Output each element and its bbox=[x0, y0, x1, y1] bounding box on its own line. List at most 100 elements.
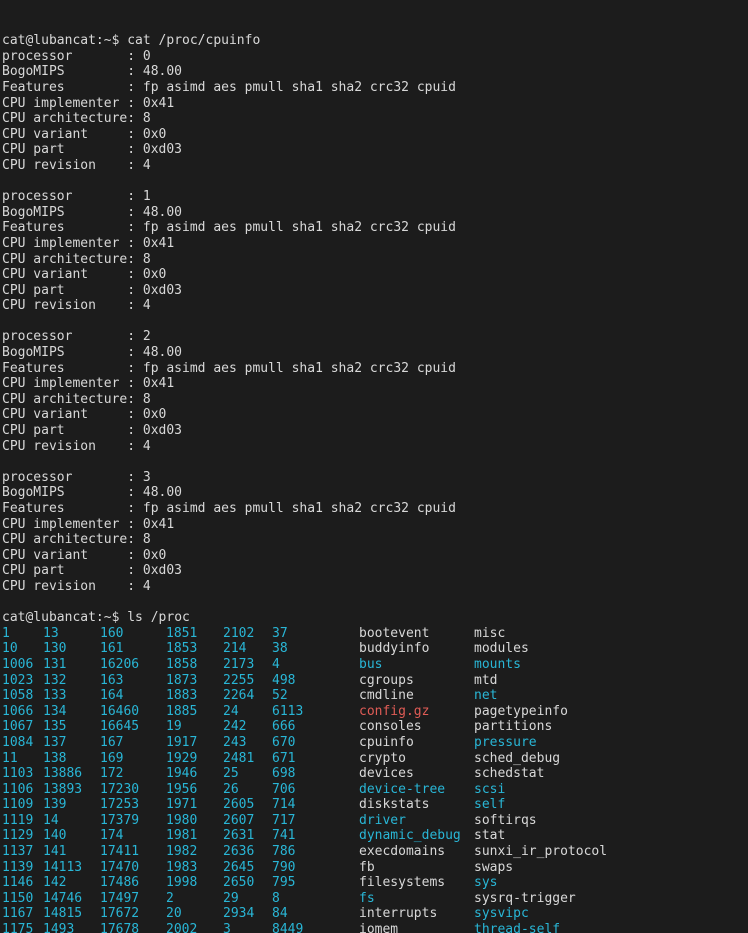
ls-entry[interactable]: 17497 bbox=[100, 891, 166, 907]
ls-entry[interactable]: 1119 bbox=[2, 813, 43, 829]
ls-entry[interactable]: 1983 bbox=[166, 860, 223, 876]
ls-entry[interactable]: 795 bbox=[272, 875, 359, 891]
ls-entry[interactable]: 134 bbox=[43, 704, 100, 720]
ls-entry[interactable]: 26 bbox=[223, 782, 272, 798]
ls-entry[interactable]: 2934 bbox=[223, 906, 272, 922]
ls-entry[interactable]: 1103 bbox=[2, 766, 43, 782]
ls-entry[interactable]: 52 bbox=[272, 688, 359, 704]
ls-entry[interactable]: 1858 bbox=[166, 657, 223, 673]
ls-entry[interactable]: dynamic_debug bbox=[359, 828, 474, 844]
ls-entry[interactable]: 2 bbox=[166, 891, 223, 907]
ls-entry[interactable]: 2264 bbox=[223, 688, 272, 704]
ls-entry[interactable]: softirqs bbox=[474, 813, 644, 829]
ls-entry[interactable]: 1084 bbox=[2, 735, 43, 751]
ls-entry[interactable]: cpuinfo bbox=[359, 735, 474, 751]
ls-entry[interactable]: 1109 bbox=[2, 797, 43, 813]
ls-entry[interactable]: 498 bbox=[272, 673, 359, 689]
ls-entry[interactable]: 786 bbox=[272, 844, 359, 860]
ls-entry[interactable]: 16206 bbox=[100, 657, 166, 673]
ls-entry[interactable]: 137 bbox=[43, 735, 100, 751]
ls-entry[interactable]: 163 bbox=[100, 673, 166, 689]
ls-entry[interactable]: 2102 bbox=[223, 626, 272, 642]
ls-entry[interactable]: 14113 bbox=[43, 860, 100, 876]
ls-entry[interactable]: 2607 bbox=[223, 813, 272, 829]
ls-entry[interactable]: 10 bbox=[2, 641, 43, 657]
ls-entry[interactable]: 139 bbox=[43, 797, 100, 813]
ls-entry[interactable]: 243 bbox=[223, 735, 272, 751]
ls-entry[interactable]: net bbox=[474, 688, 644, 704]
ls-entry[interactable]: 1981 bbox=[166, 828, 223, 844]
ls-entry[interactable]: 84 bbox=[272, 906, 359, 922]
ls-entry[interactable]: 6113 bbox=[272, 704, 359, 720]
ls-entry[interactable]: mtd bbox=[474, 673, 644, 689]
ls-entry[interactable]: 135 bbox=[43, 719, 100, 735]
ls-entry[interactable]: 2650 bbox=[223, 875, 272, 891]
ls-entry[interactable]: 38 bbox=[272, 641, 359, 657]
ls-entry[interactable]: 1066 bbox=[2, 704, 43, 720]
ls-entry[interactable]: fb bbox=[359, 860, 474, 876]
ls-entry[interactable]: scsi bbox=[474, 782, 644, 798]
ls-entry[interactable]: 17253 bbox=[100, 797, 166, 813]
ls-entry[interactable]: 37 bbox=[272, 626, 359, 642]
ls-entry[interactable]: 11 bbox=[2, 751, 43, 767]
ls-entry[interactable]: 1150 bbox=[2, 891, 43, 907]
ls-entry[interactable]: 17672 bbox=[100, 906, 166, 922]
ls-entry[interactable]: 3 bbox=[223, 922, 272, 933]
ls-entry[interactable]: 670 bbox=[272, 735, 359, 751]
ls-entry[interactable]: execdomains bbox=[359, 844, 474, 860]
ls-entry[interactable]: cgroups bbox=[359, 673, 474, 689]
ls-entry[interactable]: 1946 bbox=[166, 766, 223, 782]
ls-entry[interactable]: cmdline bbox=[359, 688, 474, 704]
ls-entry[interactable]: 1129 bbox=[2, 828, 43, 844]
ls-entry[interactable]: 169 bbox=[100, 751, 166, 767]
ls-entry[interactable]: 141 bbox=[43, 844, 100, 860]
ls-entry[interactable]: 14 bbox=[43, 813, 100, 829]
ls-entry[interactable]: 142 bbox=[43, 875, 100, 891]
ls-entry[interactable]: 1853 bbox=[166, 641, 223, 657]
ls-entry[interactable]: pressure bbox=[474, 735, 644, 751]
ls-entry[interactable]: 790 bbox=[272, 860, 359, 876]
ls-entry[interactable]: self bbox=[474, 797, 644, 813]
ls-entry[interactable]: 1137 bbox=[2, 844, 43, 860]
ls-entry[interactable]: 1873 bbox=[166, 673, 223, 689]
ls-entry[interactable]: 741 bbox=[272, 828, 359, 844]
ls-entry[interactable]: 174 bbox=[100, 828, 166, 844]
ls-entry[interactable]: fs bbox=[359, 891, 474, 907]
ls-entry[interactable]: 1971 bbox=[166, 797, 223, 813]
ls-entry[interactable]: sched_debug bbox=[474, 751, 644, 767]
ls-entry[interactable]: 1175 bbox=[2, 922, 43, 933]
ls-entry[interactable]: 160 bbox=[100, 626, 166, 642]
ls-entry[interactable]: modules bbox=[474, 641, 644, 657]
ls-entry[interactable]: crypto bbox=[359, 751, 474, 767]
ls-entry[interactable]: 164 bbox=[100, 688, 166, 704]
ls-entry[interactable]: 2636 bbox=[223, 844, 272, 860]
ls-entry[interactable]: misc bbox=[474, 626, 644, 642]
ls-entry[interactable]: 25 bbox=[223, 766, 272, 782]
ls-entry[interactable]: 13886 bbox=[43, 766, 100, 782]
ls-entry[interactable]: 8449 bbox=[272, 922, 359, 933]
ls-entry[interactable]: 698 bbox=[272, 766, 359, 782]
ls-entry[interactable]: 1851 bbox=[166, 626, 223, 642]
ls-entry[interactable]: 17411 bbox=[100, 844, 166, 860]
ls-entry[interactable]: 2173 bbox=[223, 657, 272, 673]
ls-entry[interactable]: 17678 bbox=[100, 922, 166, 933]
ls-entry[interactable]: schedstat bbox=[474, 766, 644, 782]
ls-entry[interactable]: 130 bbox=[43, 641, 100, 657]
ls-entry[interactable]: 2255 bbox=[223, 673, 272, 689]
ls-entry[interactable]: devices bbox=[359, 766, 474, 782]
ls-entry[interactable]: 19 bbox=[166, 719, 223, 735]
ls-entry[interactable]: 242 bbox=[223, 719, 272, 735]
ls-entry[interactable]: 161 bbox=[100, 641, 166, 657]
ls-entry[interactable]: interrupts bbox=[359, 906, 474, 922]
ls-entry[interactable]: thread-self bbox=[474, 922, 644, 933]
ls-entry[interactable]: pagetypeinfo bbox=[474, 704, 644, 720]
ls-entry[interactable]: buddyinfo bbox=[359, 641, 474, 657]
ls-entry[interactable]: 2631 bbox=[223, 828, 272, 844]
ls-entry[interactable]: bootevent bbox=[359, 626, 474, 642]
ls-entry[interactable]: sys bbox=[474, 875, 644, 891]
ls-entry[interactable]: 717 bbox=[272, 813, 359, 829]
ls-entry[interactable]: 1023 bbox=[2, 673, 43, 689]
ls-entry[interactable]: 1493 bbox=[43, 922, 100, 933]
ls-entry[interactable]: 1 bbox=[2, 626, 43, 642]
ls-entry[interactable]: 1982 bbox=[166, 844, 223, 860]
